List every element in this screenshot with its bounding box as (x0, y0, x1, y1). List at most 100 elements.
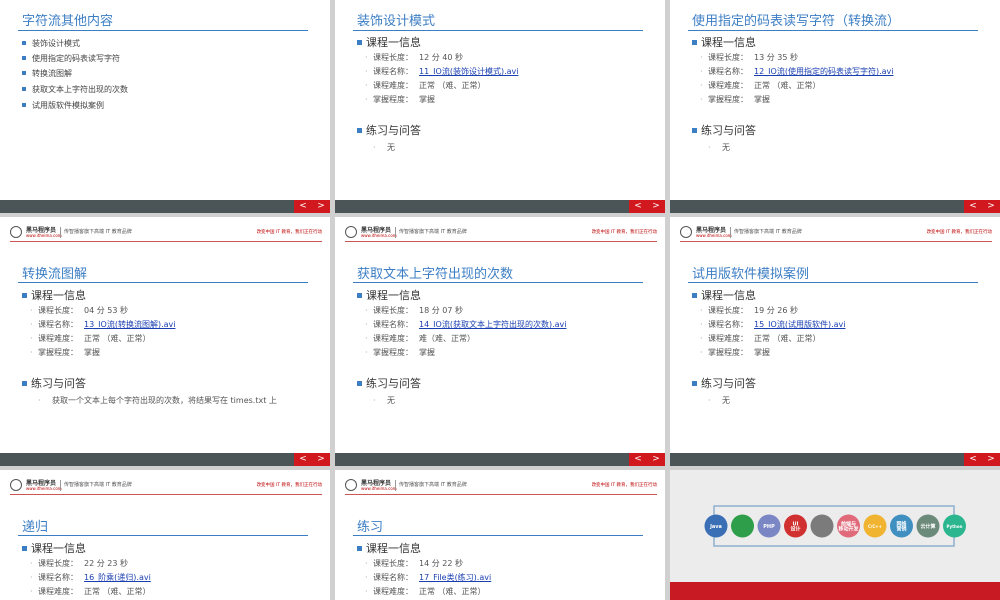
slide-nav[interactable]: < > (964, 453, 1000, 466)
cpp-icon[interactable]: C/C++ (863, 514, 887, 538)
course-name: · 课程名称： 16_阶乘(递归).avi (30, 573, 151, 582)
course-info-heading: 课程一信息 (357, 287, 421, 303)
slide-8: 黑马程序员 www.itheima.com 传智播客旗下高端 IT 教育品牌 改… (335, 470, 665, 600)
slide-9: Java PHP UI 设计 前端与 移动开发 C/C++ 网络 营销 云计算 Python (670, 470, 1000, 600)
slide-footer: < > (0, 453, 330, 466)
prev-button[interactable]: < (969, 453, 977, 466)
brand-slogan: 改变中国 IT 教育，我们正在行动 (256, 483, 322, 488)
course-difficulty: · 课程难度： 难（难、正常） (365, 334, 475, 343)
prev-button[interactable]: < (299, 200, 307, 213)
slide-nav[interactable]: < > (964, 200, 1000, 213)
course-difficulty: · 课程难度： 正常 （难、正常） (700, 334, 821, 343)
brand-slogan: 改变中国 IT 教育，我们正在行动 (256, 230, 322, 235)
video-link[interactable]: 15_IO流(试用版软件).avi (754, 320, 845, 329)
brand-tagline: 传智播客旗下高端 IT 教育品牌 (399, 482, 467, 488)
svg-text:移动开发: 移动开发 (838, 526, 859, 533)
course-info-heading: 课程一信息 (22, 287, 86, 303)
divider (395, 227, 396, 238)
header-rule (10, 241, 322, 242)
practice-item: · 无 (373, 396, 395, 405)
web-bigdata-icon[interactable]: 网络营销 (890, 514, 913, 538)
php-icon[interactable]: PHP (757, 514, 781, 538)
next-button[interactable]: > (987, 200, 995, 213)
slide-1: 字符流其他内容 装饰设计模式 使用指定的码表读写字符 转换流图解 获取文本上字符… (0, 0, 330, 213)
slide-nav[interactable]: < > (629, 453, 665, 466)
course-mastery: · 掌握程度： 掌握 (30, 348, 100, 357)
prev-button[interactable]: < (299, 453, 307, 466)
brand-header: 黑马程序员 www.itheima.com 传智播客旗下高端 IT 教育品牌 改… (0, 217, 330, 247)
svg-text:C/C++: C/C++ (868, 524, 882, 529)
slide-title: 获取文本上字符出现的次数 (357, 267, 514, 282)
video-link[interactable]: 12_IO流(使用指定的码表读写字符).avi (754, 67, 893, 76)
slide-title: 递归 (22, 520, 49, 535)
divider (60, 227, 61, 238)
svg-text:Java: Java (709, 524, 722, 530)
course-difficulty: · 课程难度： 正常 （难、正常） (365, 587, 486, 596)
course-length: · 课程长度： 04 分 53 秒 (30, 306, 128, 315)
brand-url: www.itheima.com (361, 486, 397, 491)
practice-heading: 练习与问答 (692, 375, 756, 391)
video-link[interactable]: 14_IO流(获取文本上字符出现的次数).avi (419, 320, 566, 329)
brand-header: 黑马程序员 www.itheima.com 传智播客旗下高端 IT 教育品牌 改… (335, 470, 665, 500)
video-link[interactable]: 11_IO流(装饰设计模式).avi (419, 67, 518, 76)
course-length: · 课程长度： 13 分 35 秒 (700, 53, 798, 62)
practice-heading: 练习与问答 (22, 375, 86, 391)
brand-tagline: 传智播客旗下高端 IT 教育品牌 (399, 229, 467, 235)
course-length: · 课程长度： 22 分 23 秒 (30, 559, 128, 568)
list-item: 装饰设计模式 (22, 38, 80, 49)
video-link[interactable]: 16_阶乘(递归).avi (84, 573, 151, 582)
brand-slogan: 改变中国 IT 教育，我们正在行动 (926, 230, 992, 235)
slide-nav[interactable]: < > (629, 200, 665, 213)
ui-design-icon[interactable]: UI设计 (784, 514, 807, 538)
slide-7: 黑马程序员 www.itheima.com 传智播客旗下高端 IT 教育品牌 改… (0, 470, 330, 600)
brand-tagline: 传智播客旗下高端 IT 教育品牌 (64, 482, 132, 488)
next-button[interactable]: > (317, 200, 325, 213)
slide-6: 黑马程序员 www.itheima.com 传智播客旗下高端 IT 教育品牌 改… (670, 217, 1000, 466)
next-button[interactable]: > (317, 453, 325, 466)
course-length: · 课程长度： 18 分 07 秒 (365, 306, 463, 315)
prev-button[interactable]: < (634, 453, 642, 466)
header-rule (345, 241, 657, 242)
slide-footer: < > (335, 200, 665, 213)
video-link[interactable]: 17_File类(练习).avi (419, 573, 491, 582)
java-icon[interactable]: Java (704, 514, 728, 538)
next-button[interactable]: > (652, 200, 660, 213)
frontend-icon[interactable]: 前端与移动开发 (837, 514, 860, 538)
horse-logo-icon (345, 226, 357, 238)
practice-item: · 无 (373, 143, 395, 152)
title-rule (18, 30, 308, 31)
course-info-heading: 课程一信息 (357, 540, 421, 556)
course-info-heading: 课程一信息 (357, 34, 421, 50)
course-difficulty: · 课程难度： 正常 （难、正常） (30, 334, 151, 343)
course-name: · 课程名称： 15_IO流(试用版软件).avi (700, 320, 846, 329)
apple-ios-icon[interactable] (810, 514, 834, 538)
slide-nav[interactable]: < > (294, 200, 330, 213)
prev-button[interactable]: < (969, 200, 977, 213)
video-link[interactable]: 13_IO流(转换流图解).avi (84, 320, 175, 329)
practice-heading: 练习与问答 (692, 122, 756, 138)
next-button[interactable]: > (652, 453, 660, 466)
course-name: · 课程名称： 12_IO流(使用指定的码表读写字符).avi (700, 67, 894, 76)
slide-nav[interactable]: < > (294, 453, 330, 466)
course-name: · 课程名称： 14_IO流(获取文本上字符出现的次数).avi (365, 320, 567, 329)
python-icon[interactable]: Python (943, 514, 966, 538)
list-item: 获取文本上字符出现的次数 (22, 84, 128, 95)
next-button[interactable]: > (987, 453, 995, 466)
android-icon[interactable] (731, 514, 754, 538)
cloud-icon[interactable]: 云计算 (916, 514, 940, 538)
horse-logo-icon (10, 226, 22, 238)
brand-url: www.itheima.com (26, 233, 62, 238)
course-length: · 课程长度： 14 分 22 秒 (365, 559, 463, 568)
title-rule (353, 30, 643, 31)
prev-button[interactable]: < (634, 200, 642, 213)
title-rule (353, 282, 643, 283)
brand-url: www.itheima.com (26, 486, 62, 491)
title-rule (18, 282, 308, 283)
practice-item: · 无 (708, 396, 730, 405)
title-rule (353, 535, 643, 536)
slide-3: 使用指定的码表读写字符（转换流） 课程一信息 · 课程长度： 13 分 35 秒 ·… (670, 0, 1000, 213)
course-difficulty: · 课程难度： 正常 （难、正常） (700, 81, 821, 90)
course-name: · 课程名称： 17_File类(练习).avi (365, 573, 492, 582)
svg-text:Python: Python (947, 524, 963, 529)
course-name: · 课程名称： 11_IO流(装饰设计模式).avi (365, 67, 519, 76)
